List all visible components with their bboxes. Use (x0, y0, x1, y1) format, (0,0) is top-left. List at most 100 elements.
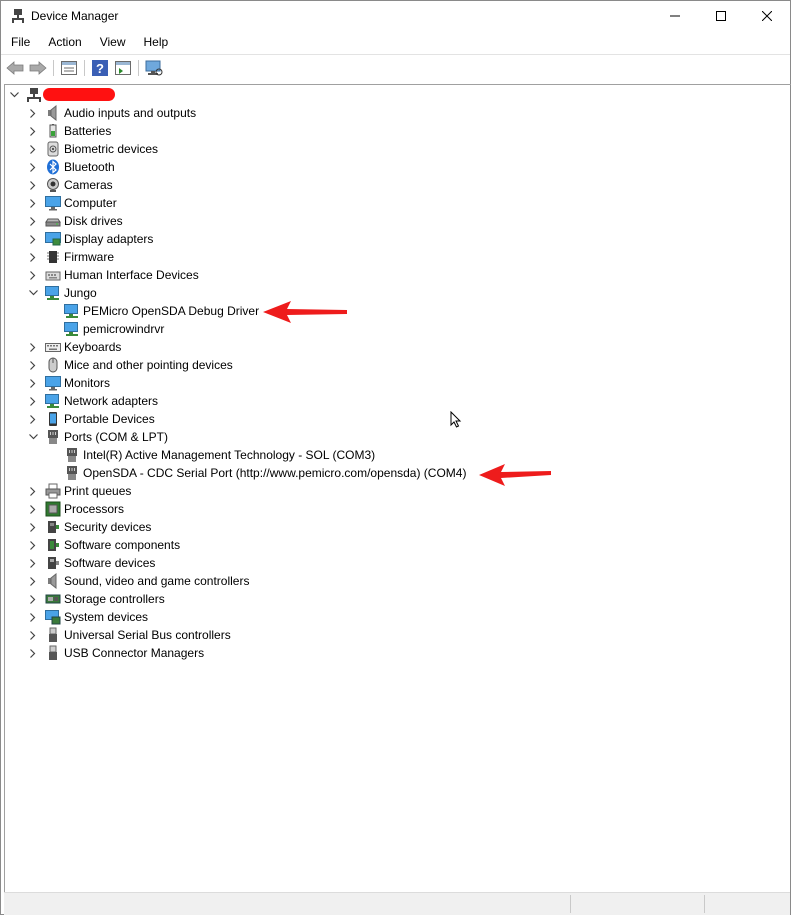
menu-file[interactable]: File (1, 32, 37, 53)
tree-item-printq[interactable]: Print queues (27, 482, 131, 500)
tree-item-storage[interactable]: Storage controllers (27, 590, 165, 608)
chevron-right-icon[interactable] (27, 212, 39, 230)
tree-item-portable[interactable]: Portable Devices (27, 410, 155, 428)
chevron-right-icon[interactable] (27, 140, 39, 158)
network-monitor-icon (64, 321, 80, 337)
port-connector-icon (45, 429, 61, 445)
tree-item-mice[interactable]: Mice and other pointing devices (27, 356, 233, 374)
tree-item-bluetooth[interactable]: Bluetooth (27, 158, 115, 176)
status-bar (4, 892, 790, 915)
chevron-right-icon[interactable] (27, 230, 39, 248)
keyboard-icon (45, 339, 61, 355)
chevron-right-icon[interactable] (27, 158, 39, 176)
menu-action[interactable]: Action (38, 32, 88, 53)
chevron-right-icon[interactable] (27, 572, 39, 590)
chevron-right-icon[interactable] (27, 644, 39, 662)
tree-label: Print queues (64, 484, 132, 498)
tree-label: Intel(R) Active Management Technology - … (83, 448, 376, 462)
minimize-button[interactable] (652, 1, 698, 31)
action-pane-icon[interactable] (113, 58, 133, 78)
chevron-right-icon[interactable] (27, 356, 39, 374)
menu-help[interactable]: Help (134, 32, 176, 53)
tree-item-firmware[interactable]: Firmware (27, 248, 114, 266)
tree-item-system[interactable]: System devices (27, 608, 148, 626)
chevron-right-icon[interactable] (27, 500, 39, 518)
tree-item-jungo-windrvr[interactable]: pemicrowindrvr (46, 320, 164, 338)
chevron-down-icon[interactable] (27, 284, 39, 302)
software-device-icon (45, 555, 61, 571)
tree-item-keyboards[interactable]: Keyboards (27, 338, 121, 356)
chevron-right-icon[interactable] (27, 536, 39, 554)
chevron-down-icon[interactable] (8, 86, 20, 104)
chevron-right-icon[interactable] (27, 374, 39, 392)
tree-item-monitors[interactable]: Monitors (27, 374, 110, 392)
tree-item-disk[interactable]: Disk drives (27, 212, 123, 230)
chevron-right-icon[interactable] (27, 626, 39, 644)
network-adapter-icon (45, 393, 61, 409)
chevron-right-icon[interactable] (27, 122, 39, 140)
forward-arrow-icon[interactable] (28, 58, 48, 78)
chevron-right-icon[interactable] (27, 176, 39, 194)
chevron-right-icon[interactable] (27, 392, 39, 410)
chevron-right-icon[interactable] (27, 338, 39, 356)
chevron-right-icon[interactable] (27, 194, 39, 212)
help-icon[interactable]: ? (90, 58, 110, 78)
chevron-right-icon[interactable] (27, 104, 39, 122)
chevron-right-icon[interactable] (27, 482, 39, 500)
computer-root-icon (26, 87, 42, 103)
tree-item-jungo-pemicro[interactable]: PEMicro OpenSDA Debug Driver (46, 302, 259, 320)
tree-item-ports[interactable]: Ports (COM & LPT) (27, 428, 168, 446)
hid-icon (45, 267, 61, 283)
maximize-button[interactable] (698, 1, 744, 31)
chevron-right-icon[interactable] (27, 608, 39, 626)
tree-label: Display adapters (64, 232, 154, 246)
chevron-right-icon[interactable] (27, 518, 39, 536)
tree-label: Mice and other pointing devices (64, 358, 233, 372)
tree-root[interactable] (8, 86, 45, 104)
chevron-right-icon[interactable] (27, 590, 39, 608)
tree-item-usbconn[interactable]: USB Connector Managers (27, 644, 204, 662)
tree-item-display[interactable]: Display adapters (27, 230, 153, 248)
chevron-right-icon[interactable] (27, 410, 39, 428)
tree-item-jungo[interactable]: Jungo (27, 284, 97, 302)
scan-hardware-icon[interactable] (144, 58, 164, 78)
tree-item-usb[interactable]: Universal Serial Bus controllers (27, 626, 231, 644)
tree-item-ports-opensda[interactable]: OpenSDA - CDC Serial Port (http://www.pe… (46, 464, 466, 482)
disk-drive-icon (45, 213, 61, 229)
tree-item-network[interactable]: Network adapters (27, 392, 158, 410)
tree-item-ports-intel[interactable]: Intel(R) Active Management Technology - … (46, 446, 375, 464)
tree-item-cameras[interactable]: Cameras (27, 176, 113, 194)
tree-item-sound[interactable]: Sound, video and game controllers (27, 572, 249, 590)
tree-item-swdev[interactable]: Software devices (27, 554, 155, 572)
tree-item-batteries[interactable]: Batteries (27, 122, 111, 140)
title-bar[interactable]: Device Manager (1, 1, 790, 31)
battery-icon (45, 123, 61, 139)
tree-label: Disk drives (64, 214, 123, 228)
svg-text:?: ? (96, 61, 104, 76)
tree-item-processors[interactable]: Processors (27, 500, 124, 518)
menu-view[interactable]: View (90, 32, 133, 53)
tree-item-audio[interactable]: Audio inputs and outputs (27, 104, 196, 122)
tree-item-biometric[interactable]: Biometric devices (27, 140, 158, 158)
chevron-down-icon[interactable] (27, 428, 39, 446)
storage-controller-icon (45, 591, 61, 607)
tree-item-security[interactable]: Security devices (27, 518, 151, 536)
tree-label: Processors (64, 502, 125, 516)
tree-item-computer[interactable]: Computer (27, 194, 117, 212)
chevron-right-icon[interactable] (27, 554, 39, 572)
chevron-right-icon[interactable] (27, 266, 39, 284)
tree-label: PEMicro OpenSDA Debug Driver (83, 304, 260, 318)
tree-label: Firmware (64, 250, 114, 264)
window-title: Device Manager (31, 9, 119, 23)
tree-item-swcomp[interactable]: Software components (27, 536, 180, 554)
properties-icon[interactable] (59, 58, 79, 78)
tree-label: Batteries (64, 124, 112, 138)
back-arrow-icon[interactable] (5, 58, 25, 78)
network-monitor-icon (64, 303, 80, 319)
close-button[interactable] (744, 1, 790, 31)
network-monitor-icon (45, 285, 61, 301)
chevron-right-icon[interactable] (27, 248, 39, 266)
tree-item-hid[interactable]: Human Interface Devices (27, 266, 199, 284)
